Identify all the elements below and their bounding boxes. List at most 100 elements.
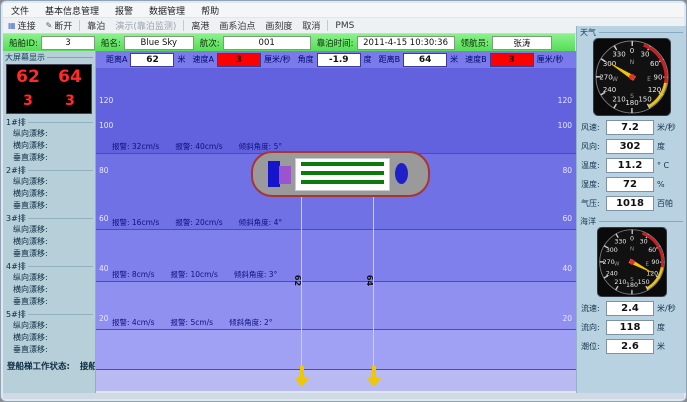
compass-w: W	[614, 262, 620, 268]
tick-label: 90	[653, 74, 662, 82]
toolbar-draw-scale-button[interactable]: 画刻度	[260, 19, 297, 32]
tick-label: 180	[625, 99, 638, 107]
tick-label: 210	[614, 279, 626, 286]
ship-id-field[interactable]: 3	[41, 36, 95, 50]
berthing-chart: 120 100 80 60 40 20 120 100 80 60 40 20 …	[96, 68, 576, 391]
sensor-arrow-a	[295, 366, 309, 388]
wind-speed-value[interactable]: 7.2	[606, 120, 654, 135]
tide-level-unit: 米	[657, 341, 665, 352]
toolbar-separator	[327, 20, 328, 31]
distance-b-value: 64	[403, 53, 447, 67]
drift-group-2: 2#排 纵向漂移: 横向漂移: 垂直漂移:	[3, 164, 95, 212]
tick-label: 300	[602, 60, 615, 68]
wind-dir-value[interactable]: 302	[606, 139, 654, 154]
ship-graphic[interactable]	[251, 151, 430, 197]
current-speed-label: 流速:	[581, 303, 603, 314]
temperature-value[interactable]: 11.2	[606, 158, 654, 173]
current-dir-unit: 度	[657, 322, 665, 333]
axis-tick-right: 40	[562, 264, 572, 273]
gangway-status-label: 登船梯工作状态:	[7, 362, 70, 372]
deck-stripe	[301, 171, 384, 175]
drift-group-1: 1#排 纵向漂移: 横向漂移: 垂直漂移:	[3, 116, 95, 164]
tick-label: 330	[612, 51, 625, 59]
longitudinal-drift-label: 纵向漂移:	[3, 128, 95, 140]
lateral-drift-label: 横向漂移:	[3, 188, 95, 200]
temperature-label: 温度:	[581, 160, 603, 171]
pressure-value[interactable]: 1018	[606, 196, 654, 211]
berth-time-field[interactable]: 2011-4-15 10:30:36	[357, 36, 455, 50]
menu-file[interactable]: 文件	[3, 4, 37, 17]
alarm-speed-a: 报警: 4cm/s	[112, 317, 155, 328]
compass-s: S	[630, 93, 634, 100]
menu-bar: 文件 基本信息管理 报警 数据管理 帮助	[3, 3, 684, 18]
display-distance-b: 64	[58, 67, 82, 87]
toolbar-pms-button[interactable]: PMS	[330, 21, 359, 31]
big-screen-display: 62 64 3 3	[6, 64, 92, 114]
voyage-field[interactable]: 001	[223, 36, 311, 50]
drift-group-3: 3#排 纵向漂移: 横向漂移: 垂直漂移:	[3, 212, 95, 260]
pressure-label: 气压:	[581, 198, 603, 209]
temperature-unit: ° C	[657, 161, 669, 170]
pilot-field[interactable]: 张涛	[492, 36, 552, 50]
lateral-drift-label: 横向漂移:	[3, 284, 95, 296]
toolbar-depart-button[interactable]: 离港	[186, 19, 214, 32]
lateral-drift-label: 横向漂移:	[3, 140, 95, 152]
ship-deck	[295, 158, 390, 191]
weather-section-title: 天气	[577, 26, 686, 38]
menu-data-mgmt[interactable]: 数据管理	[141, 4, 193, 17]
current-dir-value[interactable]: 118	[606, 320, 654, 335]
lateral-drift-label: 横向漂移:	[3, 236, 95, 248]
tick-label: 120	[647, 86, 660, 94]
vertical-drift-label: 垂直漂移:	[3, 344, 95, 356]
longitudinal-drift-label: 纵向漂移:	[3, 224, 95, 236]
tide-level-value[interactable]: 2.6	[606, 339, 654, 354]
axis-tick-left: 20	[99, 314, 109, 323]
axis-tick-right: 120	[558, 96, 572, 105]
ship-module	[279, 166, 291, 184]
alarm-speed-a: 报警: 16cm/s	[112, 217, 159, 228]
tick-label: 30	[640, 51, 649, 59]
ship-name-field[interactable]: Blue Sky	[124, 36, 194, 50]
speed-a-unit: 厘米/秒	[264, 54, 291, 65]
toolbar-berth-button[interactable]: 靠泊	[82, 19, 110, 32]
alarm-level-label-1: 报警: 32cm/s 报警: 40cm/s 倾斜角度: 5°	[112, 141, 282, 152]
sensor-arrow-b	[367, 366, 381, 388]
environment-panel: 天气 0 30 60 90 120 150 180 210 240	[576, 26, 686, 393]
compass-s: S	[630, 277, 634, 283]
menu-basic-info[interactable]: 基本信息管理	[37, 4, 107, 17]
disconnect-icon: ✎	[46, 21, 53, 30]
current-speed-value[interactable]: 2.4	[606, 301, 654, 316]
humidity-unit: %	[657, 180, 665, 189]
vertical-drift-label: 垂直漂移:	[3, 248, 95, 260]
marine-section-title: 海洋	[577, 215, 686, 227]
tick-label: 240	[605, 270, 617, 277]
alarm-level-label-3: 报警: 8cm/s 报警: 10cm/s 倾斜角度: 3°	[112, 269, 277, 280]
ship-bow-structure	[395, 163, 408, 184]
humidity-value[interactable]: 72	[606, 177, 654, 192]
tick-label: 90	[651, 259, 659, 266]
angle-value: -1.9	[317, 53, 361, 67]
tick-label: 180	[626, 282, 638, 289]
menu-help[interactable]: 帮助	[193, 4, 227, 17]
angle-unit: 度	[364, 54, 372, 65]
alarm-threshold-line	[96, 369, 576, 370]
left-sidebar: 大屏幕显示 62 64 3 3 1#排 纵向漂移: 横向漂移: 垂直漂移: 2#…	[3, 51, 96, 393]
angle-label: 角度	[298, 54, 314, 65]
toolbar-draw-mooring-button[interactable]: 画系泊点	[214, 19, 260, 32]
toolbar-connect-button[interactable]: ▦ 连接	[3, 19, 41, 32]
longitudinal-drift-label: 纵向漂移:	[3, 272, 95, 284]
chart-bottom-strip	[96, 369, 576, 391]
tick-label: 120	[646, 270, 658, 277]
gangway-status-value: 接船	[80, 362, 96, 372]
alarm-angle: 倾斜角度: 2°	[229, 317, 272, 328]
toolbar-disconnect-label: 断开	[54, 19, 72, 32]
menu-alarm[interactable]: 报警	[107, 4, 141, 17]
toolbar-demo-button[interactable]: 演示(靠泊监测)	[110, 19, 181, 32]
toolbar-separator	[183, 20, 184, 31]
toolbar-disconnect-button[interactable]: ✎ 断开	[41, 19, 78, 32]
toolbar-cancel-button[interactable]: 取消	[297, 19, 325, 32]
ship-info-bar: 船舶ID: 3 船名: Blue Sky 航次: 001 靠泊时间: 2011-…	[3, 34, 575, 51]
axis-tick-right: 100	[558, 121, 572, 130]
group-title: 4#排	[3, 260, 95, 272]
current-dir-label: 流向:	[581, 322, 603, 333]
